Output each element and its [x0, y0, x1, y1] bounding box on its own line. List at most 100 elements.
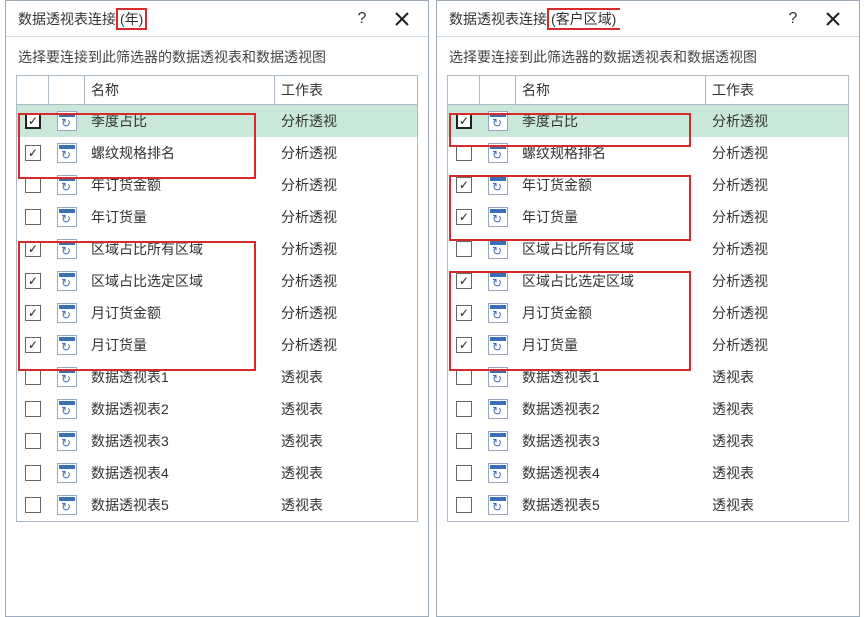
row-checkbox[interactable]	[25, 273, 41, 289]
row-checkbox[interactable]	[456, 113, 472, 129]
row-name: 季度占比	[516, 111, 706, 131]
table-row[interactable]: 区域占比所有区域分析透视	[17, 233, 417, 265]
table-row[interactable]: 螺纹规格排名分析透视	[17, 137, 417, 169]
row-checkbox[interactable]	[456, 401, 472, 417]
close-icon	[395, 12, 409, 26]
row-name: 区域占比选定区域	[85, 271, 275, 291]
row-checkbox-cell	[17, 465, 49, 481]
row-checkbox[interactable]	[25, 113, 41, 129]
row-checkbox[interactable]	[456, 465, 472, 481]
table-row[interactable]: 年订货金额分析透视	[448, 169, 848, 201]
row-icon-cell	[49, 335, 85, 355]
pivot-table-icon	[57, 303, 77, 323]
dialog-description: 选择要连接到此筛选器的数据透视表和数据透视图	[437, 37, 859, 75]
table-row[interactable]: 季度占比分析透视	[448, 105, 848, 137]
close-button[interactable]	[813, 5, 853, 33]
table-row[interactable]: 数据透视表1透视表	[17, 361, 417, 393]
table-row[interactable]: 数据透视表2透视表	[448, 393, 848, 425]
row-checkbox-cell	[448, 465, 480, 481]
row-icon-cell	[49, 239, 85, 259]
list-header: 名称 工作表	[448, 76, 848, 105]
row-name: 数据透视表3	[85, 431, 275, 451]
table-row[interactable]: 年订货量分析透视	[448, 201, 848, 233]
pivot-list: 名称 工作表 季度占比分析透视螺纹规格排名分析透视年订货金额分析透视年订货量分析…	[16, 75, 418, 522]
row-checkbox[interactable]	[456, 273, 472, 289]
row-checkbox[interactable]	[456, 177, 472, 193]
row-checkbox-cell	[448, 145, 480, 161]
table-row[interactable]: 区域占比选定区域分析透视	[17, 265, 417, 297]
pivot-table-icon	[57, 463, 77, 483]
row-checkbox[interactable]	[456, 337, 472, 353]
header-icon-col	[49, 76, 85, 104]
pivot-table-icon	[488, 335, 508, 355]
row-checkbox[interactable]	[25, 433, 41, 449]
header-checkbox-col	[17, 76, 49, 104]
row-checkbox-cell	[448, 113, 480, 129]
table-row[interactable]: 数据透视表5透视表	[17, 489, 417, 521]
row-checkbox[interactable]	[25, 497, 41, 513]
row-checkbox-cell	[448, 369, 480, 385]
row-checkbox[interactable]	[25, 305, 41, 321]
help-button[interactable]: ?	[773, 5, 813, 33]
row-checkbox[interactable]	[456, 145, 472, 161]
row-icon-cell	[480, 239, 516, 259]
row-worksheet: 分析透视	[275, 239, 417, 259]
row-checkbox[interactable]	[25, 401, 41, 417]
row-checkbox[interactable]	[25, 209, 41, 225]
row-checkbox[interactable]	[456, 497, 472, 513]
row-worksheet: 分析透视	[275, 335, 417, 355]
row-worksheet: 分析透视	[275, 271, 417, 291]
row-name: 数据透视表4	[516, 463, 706, 483]
table-row[interactable]: 数据透视表3透视表	[448, 425, 848, 457]
close-button[interactable]	[382, 5, 422, 33]
dialog-title: 数据透视表连接(年)	[18, 8, 342, 30]
table-row[interactable]: 数据透视表3透视表	[17, 425, 417, 457]
row-checkbox[interactable]	[456, 241, 472, 257]
table-row[interactable]: 月订货金额分析透视	[448, 297, 848, 329]
table-row[interactable]: 数据透视表4透视表	[17, 457, 417, 489]
row-checkbox[interactable]	[25, 145, 41, 161]
table-row[interactable]: 月订货金额分析透视	[17, 297, 417, 329]
row-worksheet: 分析透视	[275, 303, 417, 323]
row-checkbox[interactable]	[456, 369, 472, 385]
row-worksheet: 分析透视	[275, 207, 417, 227]
row-checkbox[interactable]	[456, 209, 472, 225]
row-checkbox-cell	[17, 145, 49, 161]
pivot-table-icon	[488, 303, 508, 323]
pivot-table-icon	[57, 495, 77, 515]
table-row[interactable]: 月订货量分析透视	[17, 329, 417, 361]
table-row[interactable]: 数据透视表4透视表	[448, 457, 848, 489]
table-row[interactable]: 数据透视表5透视表	[448, 489, 848, 521]
row-checkbox[interactable]	[25, 241, 41, 257]
header-name: 名称	[85, 76, 275, 104]
table-row[interactable]: 年订货金额分析透视	[17, 169, 417, 201]
table-row[interactable]: 年订货量分析透视	[17, 201, 417, 233]
table-row[interactable]: 螺纹规格排名分析透视	[448, 137, 848, 169]
pivot-table-icon	[57, 239, 77, 259]
row-checkbox[interactable]	[25, 465, 41, 481]
row-checkbox-cell	[17, 433, 49, 449]
row-checkbox[interactable]	[25, 177, 41, 193]
row-checkbox[interactable]	[25, 337, 41, 353]
row-icon-cell	[480, 463, 516, 483]
table-row[interactable]: 区域占比所有区域分析透视	[448, 233, 848, 265]
row-name: 螺纹规格排名	[85, 143, 275, 163]
row-icon-cell	[480, 207, 516, 227]
row-checkbox[interactable]	[456, 305, 472, 321]
row-icon-cell	[49, 303, 85, 323]
table-row[interactable]: 区域占比选定区域分析透视	[448, 265, 848, 297]
table-row[interactable]: 月订货量分析透视	[448, 329, 848, 361]
row-icon-cell	[49, 175, 85, 195]
row-checkbox-cell	[448, 401, 480, 417]
row-icon-cell	[480, 143, 516, 163]
row-checkbox-cell	[448, 305, 480, 321]
table-row[interactable]: 数据透视表1透视表	[448, 361, 848, 393]
row-checkbox[interactable]	[25, 369, 41, 385]
row-icon-cell	[49, 207, 85, 227]
row-name: 年订货量	[85, 207, 275, 227]
help-button[interactable]: ?	[342, 5, 382, 33]
table-row[interactable]: 数据透视表2透视表	[17, 393, 417, 425]
row-checkbox[interactable]	[456, 433, 472, 449]
pivot-table-icon	[488, 143, 508, 163]
table-row[interactable]: 季度占比分析透视	[17, 105, 417, 137]
